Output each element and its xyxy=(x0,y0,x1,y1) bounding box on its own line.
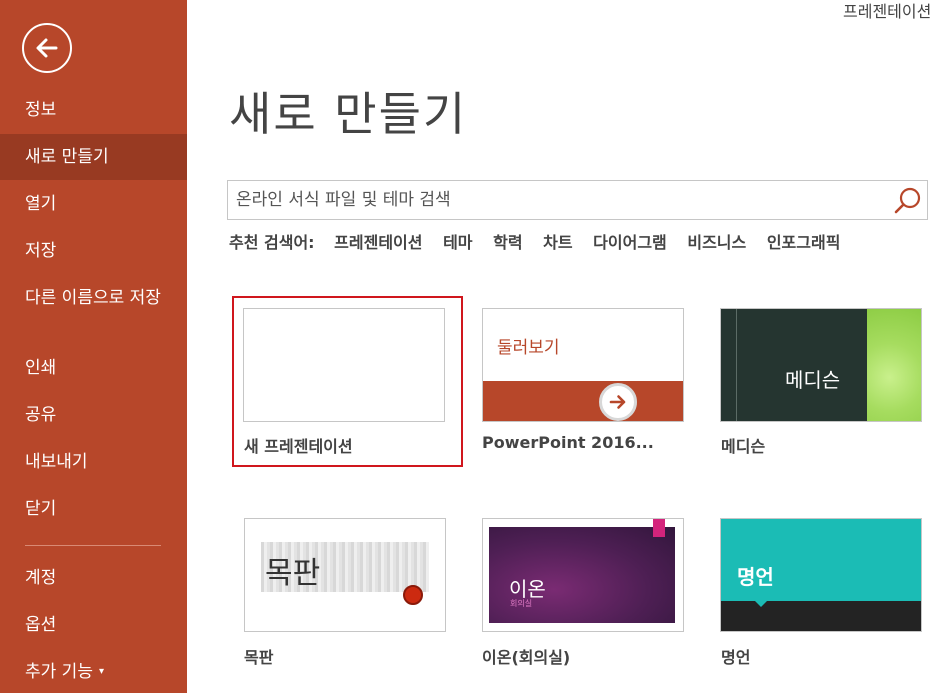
thumbnail-rule xyxy=(736,309,737,421)
back-arrow-icon xyxy=(36,38,58,58)
suggested-search-link[interactable]: 다이어그램 xyxy=(593,229,667,253)
suggested-search-link[interactable]: 테마 xyxy=(443,229,472,253)
template-thumbnail[interactable]: 메디슨 xyxy=(720,308,922,422)
template-thumbnail[interactable] xyxy=(243,308,445,422)
nav-new[interactable]: 새로 만들기 xyxy=(0,134,187,180)
template-thumbnail[interactable]: 이온 회의실 xyxy=(482,518,684,632)
nav-close[interactable]: 닫기 xyxy=(0,497,187,521)
thumbnail-tag xyxy=(653,519,665,537)
nav-export[interactable]: 내보내기 xyxy=(0,450,187,474)
thumbnail-dot xyxy=(403,585,423,605)
template-thumbnail[interactable]: 둘러보기 xyxy=(482,308,684,422)
nav-share[interactable]: 공유 xyxy=(0,403,187,427)
suggested-search-link[interactable]: 비즈니스 xyxy=(687,229,746,253)
template-name: 목판 xyxy=(244,648,274,667)
nav-account[interactable]: 계정 xyxy=(0,566,187,590)
suggested-search-link[interactable]: 인포그래픽 xyxy=(767,229,841,253)
thumbnail-text: 명언 xyxy=(737,565,774,589)
nav-open[interactable]: 열기 xyxy=(0,192,187,216)
page-title: 새로 만들기 xyxy=(229,87,468,141)
thumbnail-text: 목판 xyxy=(265,556,321,591)
nav-print[interactable]: 인쇄 xyxy=(0,356,187,380)
thumbnail-bar xyxy=(483,381,683,421)
backstage-sidebar: 정보 새로 만들기 열기 저장 다른 이름으로 저장 인쇄 공유 내보내기 닫기… xyxy=(0,0,187,693)
back-button[interactable] xyxy=(22,23,72,73)
thumbnail-subtext: 회의실 xyxy=(510,599,533,608)
suggested-searches: 추천 검색어: 프레젠테이션 테마 학력 차트 다이어그램 비즈니스 인포그래픽 xyxy=(229,229,855,255)
window-title: 프레젠테이션 xyxy=(843,2,932,21)
suggested-searches-label: 추천 검색어: xyxy=(229,233,315,252)
thumbnail-bottom xyxy=(721,601,921,631)
nav-addins-label: 추가 기능 xyxy=(25,662,93,682)
thumbnail-notch xyxy=(755,601,767,607)
nav-divider xyxy=(25,545,161,546)
suggested-search-link[interactable]: 차트 xyxy=(543,229,572,253)
arrow-right-icon xyxy=(599,383,637,421)
thumbnail-accent xyxy=(867,309,921,421)
nav-options[interactable]: 옵션 xyxy=(0,613,187,637)
thumbnail-text: 둘러보기 xyxy=(497,338,560,358)
thumbnail-text: 메디슨 xyxy=(785,368,841,392)
template-thumbnail[interactable]: 목판 xyxy=(244,518,446,632)
template-name: 새 프레젠테이션 xyxy=(244,437,353,456)
nav-save-as[interactable]: 다른 이름으로 저장 xyxy=(0,286,187,310)
template-name: 이온(회의실) xyxy=(482,648,571,667)
template-name: PowerPoint 2016... xyxy=(482,433,654,452)
nav-info[interactable]: 정보 xyxy=(0,98,187,122)
template-search-box xyxy=(227,180,928,220)
template-thumbnail[interactable]: 명언 xyxy=(720,518,922,632)
nav-save[interactable]: 저장 xyxy=(0,239,187,263)
template-name: 명언 xyxy=(721,648,751,667)
template-name: 메디슨 xyxy=(721,437,766,456)
suggested-search-link[interactable]: 프레젠테이션 xyxy=(334,229,422,253)
search-icon[interactable] xyxy=(892,185,924,217)
suggested-search-link[interactable]: 학력 xyxy=(493,229,522,253)
template-search-input[interactable] xyxy=(236,185,886,215)
nav-addins[interactable]: 추가 기능 ▾ xyxy=(0,660,187,684)
dropdown-caret-icon: ▾ xyxy=(98,666,104,677)
